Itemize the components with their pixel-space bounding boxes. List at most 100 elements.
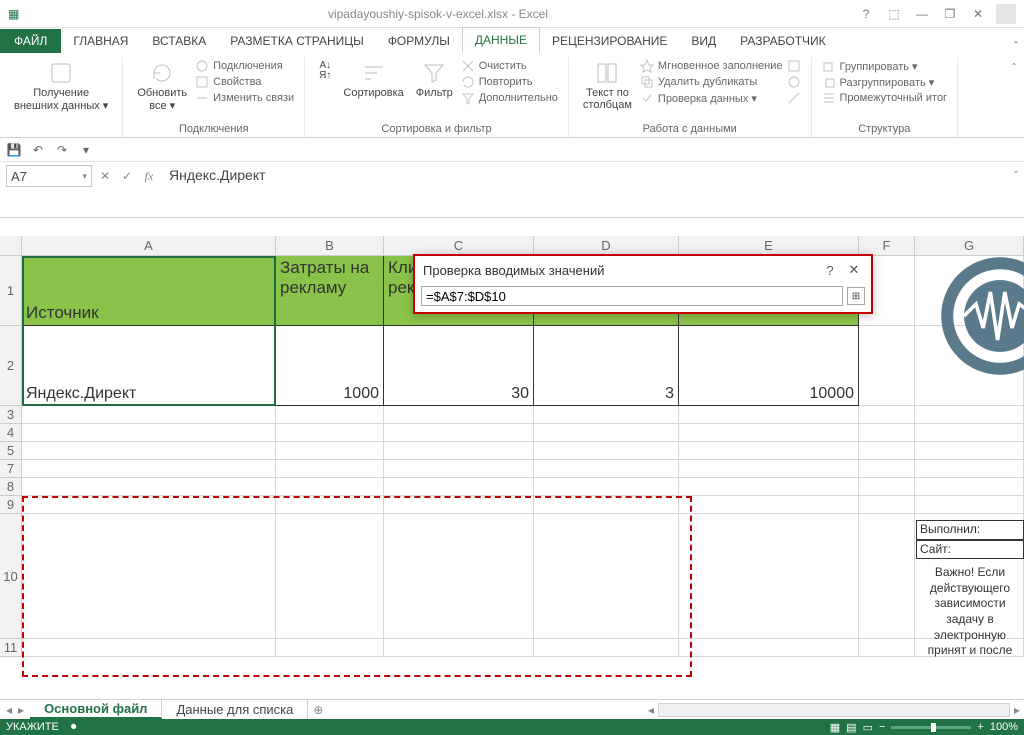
select-all-corner[interactable] (0, 236, 22, 255)
cancel-formula-icon[interactable]: ✕ (95, 165, 115, 187)
sheet-tab-1[interactable]: Основной файл (30, 700, 162, 719)
sort-button[interactable]: Сортировка (339, 59, 407, 101)
relationships-button[interactable] (787, 91, 801, 105)
tab-page-layout[interactable]: РАЗМЕТКА СТРАНИЦЫ (218, 29, 376, 53)
tab-insert[interactable]: ВСТАВКА (140, 29, 218, 53)
close-icon[interactable]: ✕ (968, 4, 988, 24)
sheet-nav-first-icon[interactable]: ◂ (6, 703, 12, 717)
status-mode: УКАЖИТЕ (6, 721, 59, 733)
collapse-ribbon-icon[interactable]: ˇ (1014, 39, 1024, 53)
connections-button[interactable]: Подключения (195, 59, 294, 73)
dialog-close-icon[interactable]: ✕ (845, 262, 863, 278)
undo-icon[interactable]: ↶ (30, 143, 46, 157)
edit-links-button[interactable]: Изменить связи (195, 91, 294, 105)
reapply-button[interactable]: Повторить (461, 75, 558, 89)
cell-c2[interactable]: 30 (384, 326, 534, 406)
tab-view[interactable]: ВИД (679, 29, 728, 53)
customize-qat-icon[interactable]: ▾ (78, 143, 94, 157)
cell-e2[interactable]: 10000 (679, 326, 859, 406)
side-line-2: Сайт: (916, 540, 1024, 560)
refedit-expand-icon[interactable]: ⊞ (847, 287, 865, 305)
formula-input[interactable]: Яндекс.Директ (165, 165, 1012, 214)
minimize-icon[interactable]: — (912, 4, 932, 24)
new-sheet-button[interactable]: ⊕ (308, 700, 328, 719)
row-header-9[interactable]: 9 (0, 496, 22, 514)
quick-access-toolbar: 💾 ↶ ↷ ▾ (0, 138, 1024, 162)
view-normal-icon[interactable]: ▦ (830, 721, 840, 734)
refresh-all-button[interactable]: Обновить все ▾ (133, 59, 191, 114)
row-header-3[interactable]: 3 (0, 406, 22, 424)
view-page-break-icon[interactable]: ▭ (863, 721, 873, 734)
expand-formula-bar-icon[interactable]: ⌄ (1012, 165, 1020, 176)
advanced-filter-button[interactable]: Дополнительно (461, 91, 558, 105)
row-header-11[interactable]: 11 (0, 639, 22, 657)
column-header-b[interactable]: B (276, 236, 384, 255)
zoom-in-icon[interactable]: + (977, 721, 983, 733)
view-page-layout-icon[interactable]: ▤ (846, 721, 856, 734)
properties-button[interactable]: Свойства (195, 75, 294, 89)
column-header-g[interactable]: G (915, 236, 1024, 255)
column-header-c[interactable]: C (384, 236, 534, 255)
ungroup-button[interactable]: Разгруппировать ▾ (822, 75, 948, 89)
sheet-tab-2[interactable]: Данные для списка (162, 700, 308, 719)
group-button[interactable]: Группировать ▾ (822, 59, 948, 73)
data-validation-button[interactable]: Проверка данных ▾ (640, 91, 783, 105)
remove-duplicates-button[interactable]: Удалить дубликаты (640, 75, 783, 89)
cell-d2[interactable]: 3 (534, 326, 679, 406)
consolidate-button[interactable] (787, 59, 801, 73)
save-icon[interactable]: 💾 (6, 143, 22, 157)
horizontal-scrollbar[interactable]: ◂▸ (644, 700, 1024, 719)
row-header-1[interactable]: 1 (0, 256, 22, 326)
cell-b2[interactable]: 1000 (276, 326, 384, 406)
column-header-a[interactable]: A (22, 236, 276, 255)
text-to-columns-button[interactable]: Текст по столбцам (579, 59, 636, 113)
tab-formulas[interactable]: ФОРМУЛЫ (376, 29, 462, 53)
zoom-level[interactable]: 100% (990, 721, 1018, 733)
side-line-1: Выполнил: (916, 520, 1024, 540)
sort-az-button[interactable]: А↓ Я↑ (315, 59, 335, 83)
get-external-data-button[interactable]: Получение внешних данных ▾ (10, 59, 112, 114)
cell-f2[interactable] (859, 326, 915, 406)
macro-record-icon[interactable]: ⏺ (71, 721, 77, 734)
row-header-4[interactable]: 4 (0, 424, 22, 442)
ribbon-tabs: ФАЙЛ ГЛАВНАЯ ВСТАВКА РАЗМЕТКА СТРАНИЦЫ Ф… (0, 28, 1024, 53)
subtotal-button[interactable]: Промежуточный итог (822, 91, 948, 105)
user-avatar[interactable] (996, 4, 1016, 24)
redo-icon[interactable]: ↷ (54, 143, 70, 157)
dialog-help-icon[interactable]: ? (821, 263, 839, 278)
flash-fill-button[interactable]: Мгновенное заполнение (640, 59, 783, 73)
row-header-10[interactable]: 10 (0, 514, 22, 639)
tab-developer[interactable]: РАЗРАБОТЧИК (728, 29, 838, 53)
cell-a1[interactable]: Источник (22, 256, 276, 326)
file-tab[interactable]: ФАЙЛ (0, 29, 61, 53)
filter-button[interactable]: Фильтр (412, 59, 457, 101)
column-header-d[interactable]: D (534, 236, 679, 255)
row-header-2[interactable]: 2 (0, 326, 22, 406)
what-if-button[interactable] (787, 75, 801, 89)
help-icon[interactable]: ? (856, 4, 876, 24)
ribbon-collapse-icon[interactable]: ˆ (1004, 57, 1024, 137)
clear-filter-button[interactable]: Очистить (461, 59, 558, 73)
row-header-7[interactable]: 7 (0, 460, 22, 478)
column-header-f[interactable]: F (859, 236, 915, 255)
row-header-8[interactable]: 8 (0, 478, 22, 496)
zoom-controls: ▦ ▤ ▭ − + 100% (830, 721, 1018, 734)
cell-a2[interactable]: Яндекс.Директ (22, 326, 276, 406)
cell-b1[interactable]: Затраты на рекламу (276, 256, 384, 326)
insert-function-icon[interactable]: fx (139, 165, 159, 187)
refedit-input[interactable] (421, 286, 843, 306)
enter-formula-icon[interactable]: ✓ (117, 165, 137, 187)
row-header-5[interactable]: 5 (0, 442, 22, 460)
ribbon-display-icon[interactable]: ⬚ (884, 4, 904, 24)
restore-icon[interactable]: ❐ (940, 4, 960, 24)
name-box[interactable]: A7▾ (6, 165, 92, 187)
column-header-e[interactable]: E (679, 236, 859, 255)
sheet-nav-last-icon[interactable]: ▸ (18, 703, 24, 717)
tab-data[interactable]: ДАННЫЕ (462, 27, 540, 53)
side-notes: Выполнил: Сайт: Важно! Если действующего… (916, 520, 1024, 659)
zoom-slider[interactable] (891, 726, 971, 729)
tab-review[interactable]: РЕЦЕНЗИРОВАНИЕ (540, 29, 679, 53)
excel-icon: ▦ (0, 7, 20, 21)
zoom-out-icon[interactable]: − (879, 721, 885, 733)
tab-home[interactable]: ГЛАВНАЯ (61, 29, 140, 53)
